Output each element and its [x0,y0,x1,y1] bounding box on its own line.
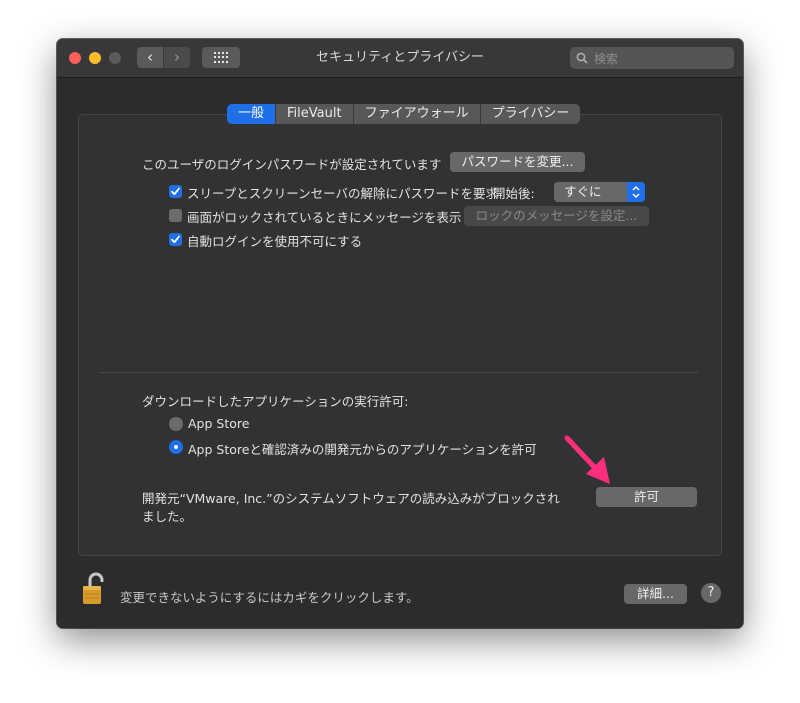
preferences-window: ‹ › セキュリティとプライバシー 一般 FileVault ファイアウォール … [57,39,743,628]
search-input[interactable] [592,49,732,69]
section-divider [100,372,698,373]
title-bar: ‹ › セキュリティとプライバシー [57,39,743,78]
show-message-checkbox[interactable] [169,209,182,222]
tab-bar: 一般 FileVault ファイアウォール プライバシー [227,104,581,124]
start-after-select[interactable]: すぐに [554,182,645,202]
search-field[interactable] [570,47,734,69]
start-after-value: すぐに [564,184,602,199]
advanced-button[interactable]: 詳細... [624,584,687,604]
allow-button[interactable]: 許可 [596,487,697,507]
blocked-message-line2: ました。 [142,509,193,524]
disable-autologin-checkbox[interactable] [169,233,182,246]
change-password-button[interactable]: パスワードを変更... [450,152,585,172]
checkmark-icon [171,235,180,244]
tab-general[interactable]: 一般 [227,104,276,124]
downloads-heading: ダウンロードしたアプリケーションの実行許可: [142,394,409,409]
identified-developers-label: App Storeと確認済みの開発元からのアプリケーションを許可 [188,442,537,457]
lock-message: 変更できないようにするにはカギをクリックします。 [120,590,419,605]
password-status-text: このユーザのログインパスワードが設定されています [142,157,442,172]
require-password-checkbox[interactable] [169,185,182,198]
tab-firewall[interactable]: ファイアウォール [352,104,480,124]
lock-button[interactable] [81,572,107,610]
app-store-label: App Store [188,416,250,431]
checkmark-icon [171,187,180,196]
start-after-label: 開始後: [493,186,535,201]
select-arrows-icon [627,182,645,202]
search-icon [576,52,588,64]
identified-developers-radio[interactable] [169,440,183,454]
app-store-radio[interactable] [169,417,183,431]
tab-filevault[interactable]: FileVault [275,104,353,124]
require-password-label: スリープとスクリーンセーバの解除にパスワードを要求 [187,186,499,201]
annotation-arrow [564,435,610,484]
set-lock-message-button[interactable]: ロックのメッセージを設定... [464,206,649,226]
help-button[interactable]: ? [701,583,721,603]
disable-autologin-label: 自動ログインを使用不可にする [187,234,363,249]
lock-icon [83,572,104,604]
tab-privacy[interactable]: プライバシー [479,104,581,124]
blocked-message-line1: 開発元“VMware, Inc.”のシステムソフトウェアの読み込みがブロックされ [142,491,560,506]
show-message-label: 画面がロックされているときにメッセージを表示 [187,210,462,225]
